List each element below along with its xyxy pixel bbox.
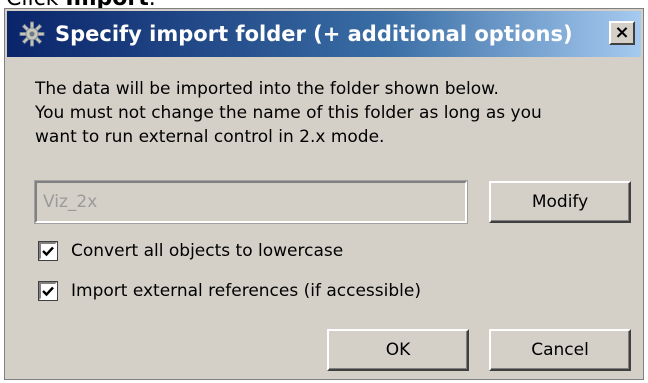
checkmark-icon: [42, 246, 54, 257]
message-line: You must not change the name of this fol…: [35, 103, 542, 123]
close-icon: ×: [614, 22, 630, 43]
cancel-button[interactable]: Cancel: [489, 329, 631, 371]
title-bar[interactable]: Specify import folder (+ additional opti…: [7, 11, 641, 57]
import-references-option[interactable]: Import external references (if accessibl…: [38, 281, 421, 301]
dialog-title: Specify import folder (+ additional opti…: [55, 22, 573, 46]
checkmark-icon: [42, 286, 54, 297]
import-references-checkbox[interactable]: [38, 281, 58, 301]
convert-lowercase-checkbox[interactable]: [38, 241, 58, 261]
convert-lowercase-option[interactable]: Convert all objects to lowercase: [38, 241, 344, 261]
close-button[interactable]: ×: [609, 21, 635, 45]
message-line: The data will be imported into the folde…: [35, 79, 499, 99]
convert-lowercase-label: Convert all objects to lowercase: [71, 241, 344, 261]
gear-icon: [17, 19, 47, 49]
message-line: want to run external control in 2.x mode…: [35, 127, 385, 147]
import-references-label: Import external references (if accessibl…: [71, 281, 421, 301]
info-message: The data will be imported into the folde…: [35, 77, 635, 149]
import-folder-dialog: Specify import folder (+ additional opti…: [4, 8, 644, 380]
ok-button[interactable]: OK: [327, 329, 469, 371]
folder-name-field[interactable]: Viz_2x: [34, 180, 468, 224]
modify-button[interactable]: Modify: [489, 181, 631, 223]
